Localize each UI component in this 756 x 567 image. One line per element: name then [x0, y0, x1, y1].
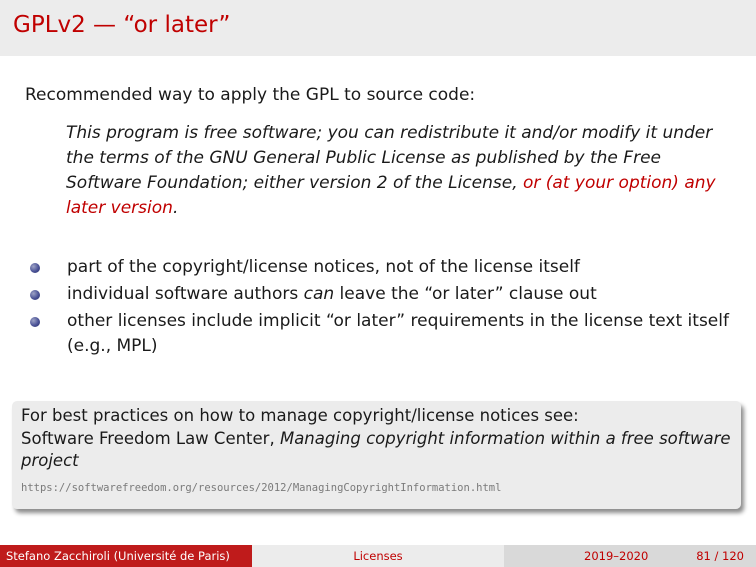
bullet-item: individual software authors can leave th…: [30, 282, 730, 307]
footer: Stefano Zacchiroli (Université de Paris)…: [0, 545, 756, 567]
intro-text: Recommended way to apply the GPL to sour…: [25, 85, 476, 105]
footer-year: 2019–2020: [584, 549, 649, 563]
footer-page-number: 81 / 120: [696, 549, 744, 563]
footer-author: Stefano Zacchiroli (Université de Paris): [0, 545, 252, 567]
slide-title: GPLv2 — “or later”: [13, 12, 231, 38]
bullet-text: other licenses include implicit “or late…: [67, 311, 729, 356]
footer-topic: Licenses: [252, 545, 504, 567]
license-quote: This program is free software; you can r…: [66, 121, 716, 221]
reference-text: For best practices on how to manage copy…: [21, 405, 733, 473]
reference-org: Software Freedom Law Center,: [21, 428, 280, 448]
bullet-item: part of the copyright/license notices, n…: [30, 255, 730, 280]
reference-url[interactable]: https://softwarefreedom.org/resources/20…: [21, 482, 733, 494]
bullet-text: part of the copyright/license notices, n…: [67, 257, 580, 277]
bullet-icon: [30, 317, 40, 327]
footer-right: 2019–2020 81 / 120: [504, 545, 756, 567]
reference-box: For best practices on how to manage copy…: [12, 401, 741, 509]
bullet-icon: [30, 263, 40, 273]
title-bar: GPLv2 — “or later”: [0, 0, 756, 56]
bullet-emphasis: can: [303, 284, 335, 304]
bullet-text-pre: individual software authors: [67, 284, 304, 304]
bullet-list: part of the copyright/license notices, n…: [30, 255, 730, 361]
quote-end: .: [172, 198, 179, 218]
bullet-item: other licenses include implicit “or late…: [30, 309, 730, 358]
reference-intro: For best practices on how to manage copy…: [21, 406, 579, 425]
bullet-icon: [30, 290, 40, 300]
bullet-text-post: leave the “or later” clause out: [334, 284, 597, 304]
